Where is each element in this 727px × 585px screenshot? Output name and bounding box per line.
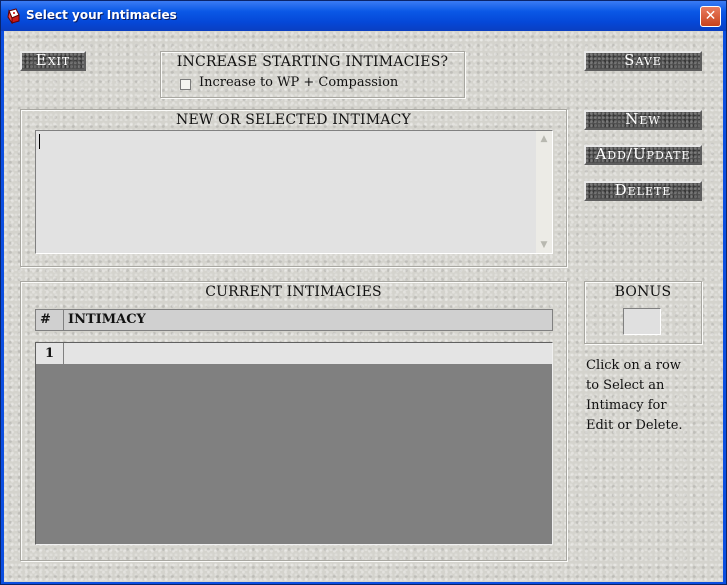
table-row[interactable]: 1 xyxy=(36,343,552,365)
app-dice-icon xyxy=(7,8,20,24)
row-number-cell[interactable]: 1 xyxy=(36,343,64,364)
save-button[interactable]: Save xyxy=(584,51,702,71)
bonus-group: BONUS xyxy=(584,281,702,344)
exit-button-label: Exit xyxy=(35,51,71,69)
save-button-label: Save xyxy=(624,51,662,69)
close-icon: ✕ xyxy=(704,8,717,24)
help-line: to Select an xyxy=(586,378,665,393)
scroll-down-icon[interactable]: ▼ xyxy=(537,238,551,252)
intimacies-grid[interactable]: 1 xyxy=(35,342,553,545)
help-line: Edit or Delete. xyxy=(586,418,683,433)
intimacy-textarea[interactable]: ▲ ▼ xyxy=(35,130,553,254)
title-bar[interactable]: Select your Intimacies ✕ xyxy=(1,1,726,31)
client-area: Exit INCREASE STARTING INTIMACIES? Incre… xyxy=(4,31,723,582)
new-button[interactable]: New xyxy=(584,110,702,130)
delete-button[interactable]: Delete xyxy=(584,181,702,201)
exit-button[interactable]: Exit xyxy=(20,51,86,71)
increase-intimacies-group: INCREASE STARTING INTIMACIES? Increase t… xyxy=(160,51,465,98)
help-text: Click on a row to Select an Intimacy for… xyxy=(586,356,683,436)
editor-caption: NEW OR SELECTED INTIMACY xyxy=(176,112,411,128)
increase-intimacies-caption: INCREASE STARTING INTIMACIES? xyxy=(176,54,449,70)
column-header-number[interactable]: # xyxy=(36,310,64,330)
close-button[interactable]: ✕ xyxy=(700,6,721,27)
help-line: Click on a row xyxy=(586,358,681,373)
new-button-label: New xyxy=(625,110,661,128)
row-intimacy-cell[interactable] xyxy=(68,343,548,364)
current-intimacies-group: CURRENT INTIMACIES # INTIMACY 1 xyxy=(20,281,567,561)
text-caret xyxy=(39,134,40,149)
increase-checkbox[interactable] xyxy=(180,79,191,90)
dialog-window: Select your Intimacies ✕ Exit INCREASE S… xyxy=(0,0,727,585)
bonus-value-box xyxy=(623,308,661,335)
window-title: Select your Intimacies xyxy=(26,8,177,22)
grid-header: # INTIMACY xyxy=(35,309,553,331)
scroll-up-icon[interactable]: ▲ xyxy=(537,132,551,146)
current-intimacies-caption: CURRENT INTIMACIES xyxy=(205,284,382,300)
intimacy-editor-group: NEW OR SELECTED INTIMACY ▲ ▼ xyxy=(20,109,567,267)
textarea-scrollbar[interactable]: ▲ ▼ xyxy=(536,131,552,253)
delete-button-label: Delete xyxy=(614,181,672,199)
bonus-caption: BONUS xyxy=(614,284,672,300)
add-update-button[interactable]: Add/Update xyxy=(584,145,702,165)
increase-checkbox-label[interactable]: Increase to WP + Compassion xyxy=(199,75,398,90)
help-line: Intimacy for xyxy=(586,398,667,413)
add-update-button-label: Add/Update xyxy=(595,145,691,163)
column-header-intimacy[interactable]: INTIMACY xyxy=(64,310,552,330)
